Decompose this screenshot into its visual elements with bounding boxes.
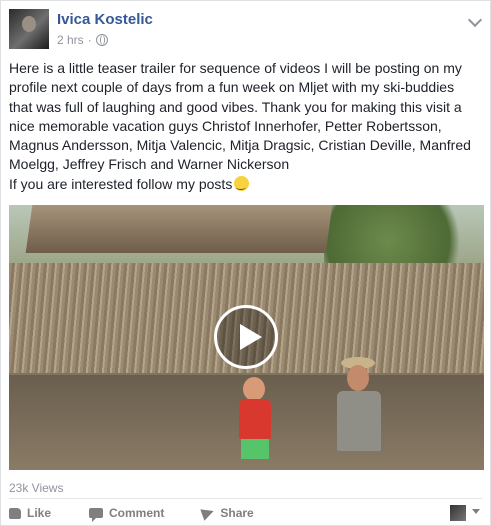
view-count: 23k Views xyxy=(9,481,64,495)
post-header: Ivica Kostelic 2 hrs · xyxy=(9,9,483,53)
like-button[interactable]: Like xyxy=(9,506,51,520)
video-person-hat xyxy=(327,355,397,470)
video-scene-roof-top xyxy=(25,205,333,253)
divider xyxy=(9,498,482,499)
profile-selector-avatar[interactable] xyxy=(450,505,466,521)
video-scene-trees xyxy=(324,205,484,265)
video-person-red-shirt xyxy=(225,375,285,470)
video-player[interactable] xyxy=(9,205,484,470)
post-text: Here is a little teaser trailer for sequ… xyxy=(9,59,479,194)
play-icon[interactable] xyxy=(214,305,278,369)
smiley-emoji-icon xyxy=(234,175,250,194)
comment-icon xyxy=(89,508,104,522)
share-label: Share xyxy=(220,506,254,520)
like-label: Like xyxy=(27,506,52,520)
comment-button[interactable]: Comment xyxy=(89,506,165,522)
comment-label: Comment xyxy=(109,506,165,520)
share-button[interactable]: Share xyxy=(200,505,254,521)
post-time[interactable]: 2 hrs xyxy=(57,33,84,47)
share-icon xyxy=(200,505,217,521)
post-meta: 2 hrs · xyxy=(57,33,108,47)
avatar[interactable] xyxy=(9,9,49,49)
meta-separator: · xyxy=(87,33,92,47)
post-card: Ivica Kostelic 2 hrs · Here is a little … xyxy=(0,0,491,526)
action-bar: Like Comment Share xyxy=(9,504,482,522)
like-icon xyxy=(9,507,21,519)
author-name[interactable]: Ivica Kostelic xyxy=(57,11,153,28)
globe-icon[interactable] xyxy=(95,34,108,46)
post-text-body: Here is a little teaser trailer for sequ… xyxy=(9,60,471,192)
chevron-down-icon[interactable] xyxy=(472,509,480,514)
chevron-down-icon[interactable] xyxy=(467,12,483,28)
